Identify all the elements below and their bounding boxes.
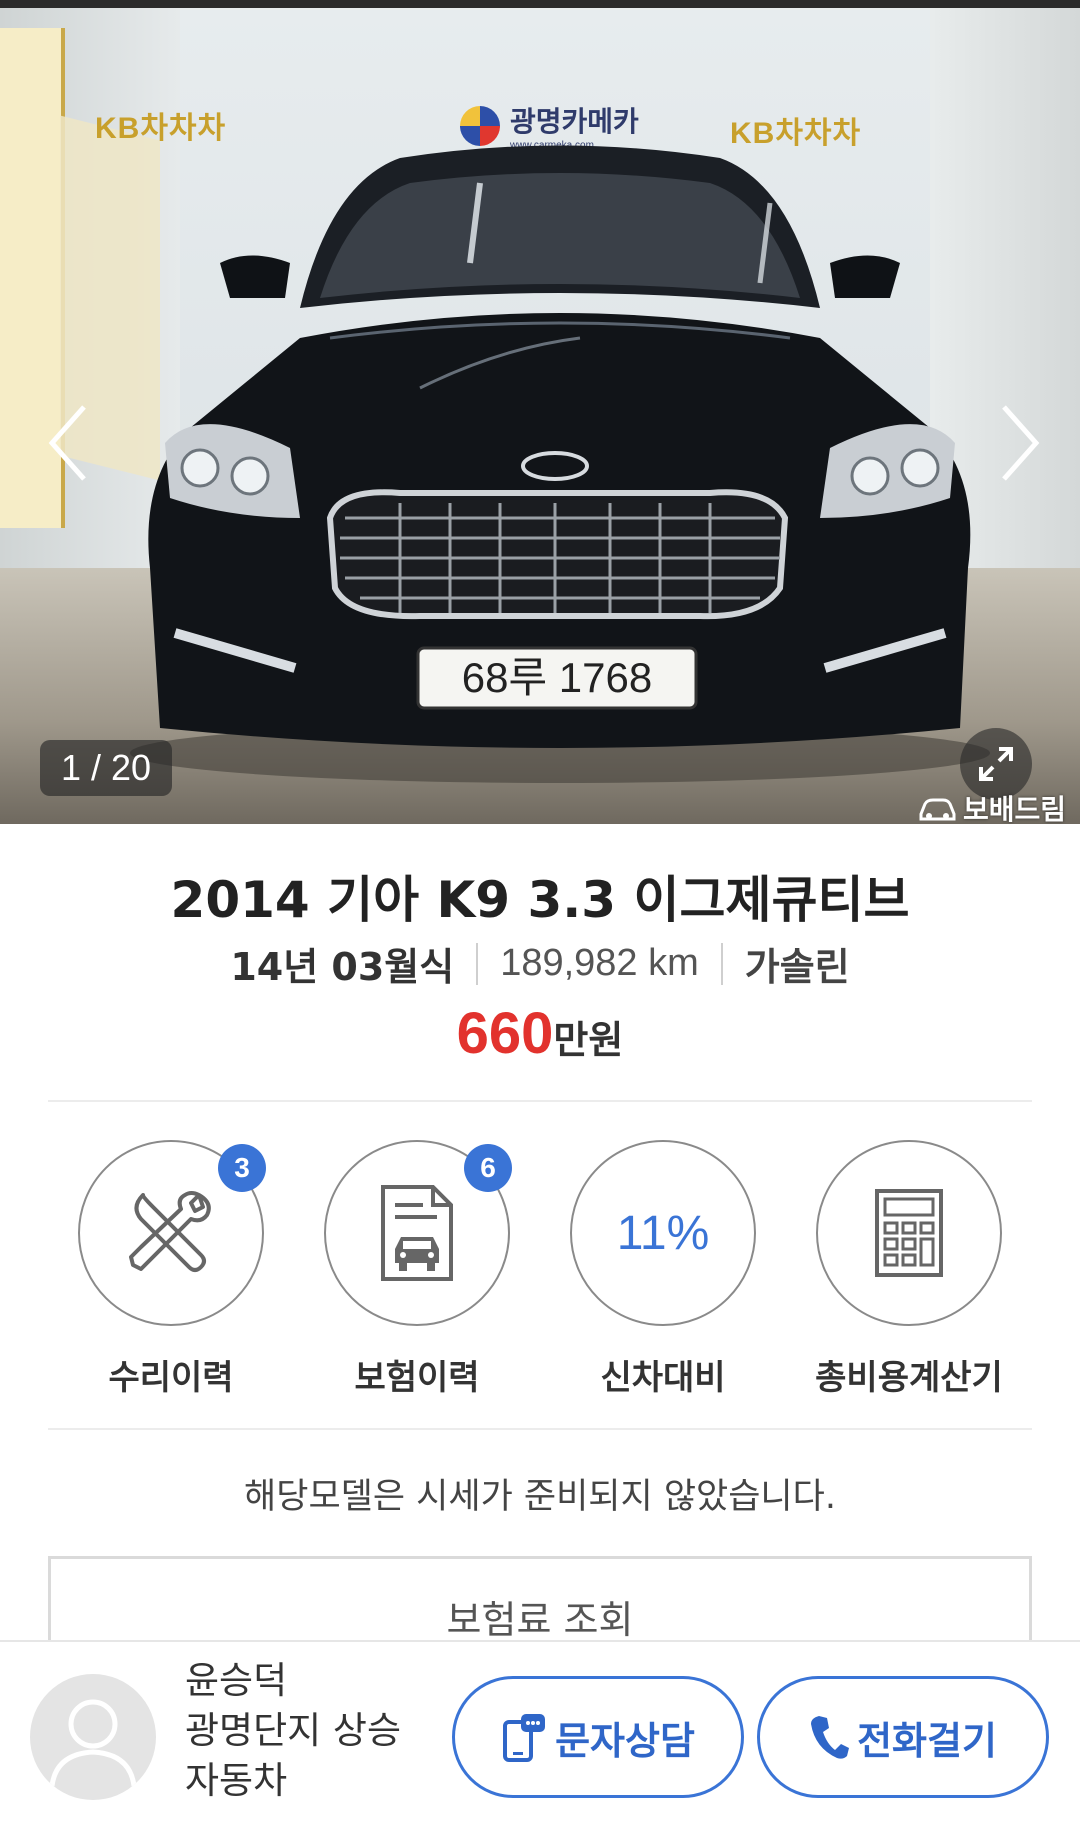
repair-history-button[interactable]: 3 수리이력 — [78, 1140, 266, 1399]
tools-icon — [129, 1191, 211, 1272]
sms-consult-label: 문자상담 — [555, 1718, 695, 1763]
sms-consult-button[interactable]: 문자상담 — [452, 1676, 744, 1798]
dealer-company-suffix: 자동차 — [185, 1759, 288, 1802]
gallery-prev-arrow[interactable] — [38, 393, 98, 493]
insurance-history-button[interactable]: 6 보험이력 — [324, 1140, 512, 1399]
insurance-document-icon — [381, 1185, 453, 1281]
spec-mileage: 189,982 km — [500, 942, 699, 984]
spec-divider — [476, 942, 479, 985]
gallery-next-arrow[interactable] — [990, 393, 1050, 493]
feature-icons: 3 수리이력 6 보험이력 11% 신차대비 총비용계산기 — [48, 1140, 1032, 1399]
car-specs: 14년 03월식 189,982 km 가솔린 — [0, 936, 1080, 991]
dealer-contact-bar: 윤승덕 광명단지 상승 자동차 문자상담 전화걸기 — [0, 1640, 1080, 1826]
spec-year: 14년 03월식 — [230, 945, 455, 989]
total-cost-calculator-button[interactable]: 총비용계산기 — [815, 1140, 1003, 1399]
phone-icon — [811, 1716, 850, 1759]
calculator-label: 총비용계산기 — [815, 1358, 1003, 1398]
phone-call-label: 전화걸기 — [857, 1718, 997, 1763]
phone-call-button[interactable]: 전화걸기 — [757, 1676, 1049, 1798]
divider — [48, 1100, 1032, 1102]
status-bar-edge — [0, 0, 1080, 8]
market-price-notice: 해당모델은 시세가 준비되지 않았습니다. — [244, 1477, 836, 1517]
spec-divider — [720, 942, 723, 985]
calculator-icon — [875, 1189, 943, 1277]
repair-history-label: 수리이력 — [108, 1358, 234, 1398]
new-car-ratio: 11% — [616, 1206, 710, 1260]
car-photo-gallery[interactable]: KB차차차 광명카메카 www.carmeka.com KB차차차 68루 17… — [0, 8, 1080, 824]
watermark: 보배드림 — [917, 788, 1066, 824]
avatar — [30, 1674, 156, 1800]
insurance-history-label: 보험이력 — [354, 1358, 480, 1398]
license-plate: 68루 1768 — [462, 654, 652, 701]
insurance-quote-label: 보험료 조회 — [446, 1598, 634, 1642]
dealer-name: 윤승덕 — [185, 1659, 288, 1702]
new-car-compare-button[interactable]: 11% 신차대비 — [570, 1140, 756, 1399]
insurance-count-badge: 6 — [464, 1144, 512, 1192]
spec-fuel: 가솔린 — [744, 945, 850, 989]
price-value: 660 — [456, 1001, 554, 1066]
dealer-company: 광명단지 상승 — [185, 1709, 402, 1752]
chevron-right-icon — [1002, 405, 1040, 481]
repair-count-badge: 3 — [218, 1144, 266, 1192]
user-silhouette-icon — [49, 1699, 137, 1787]
insurance-history-circle: 6 — [324, 1140, 512, 1326]
dealer-info: 윤승덕 광명단지 상승 자동차 — [185, 1656, 435, 1806]
new-car-compare-label: 신차대비 — [600, 1358, 726, 1398]
photo-counter: 1 / 20 — [40, 740, 172, 796]
new-car-compare-circle: 11% — [570, 1140, 756, 1326]
chevron-left-icon — [48, 405, 86, 481]
price-unit: 만원 — [553, 1018, 624, 1062]
repair-history-circle: 3 — [78, 1140, 266, 1326]
sms-phone-icon — [503, 1714, 546, 1762]
car-watermark-icon — [919, 798, 956, 821]
car-price: 660만원 — [0, 1000, 1080, 1067]
car-image: 68루 1768 — [130, 145, 990, 783]
car-title: 2014 기아 K9 3.3 이그제큐티브 — [170, 871, 910, 929]
calculator-circle — [816, 1140, 1002, 1326]
expand-icon — [979, 747, 1013, 781]
divider — [48, 1428, 1032, 1430]
